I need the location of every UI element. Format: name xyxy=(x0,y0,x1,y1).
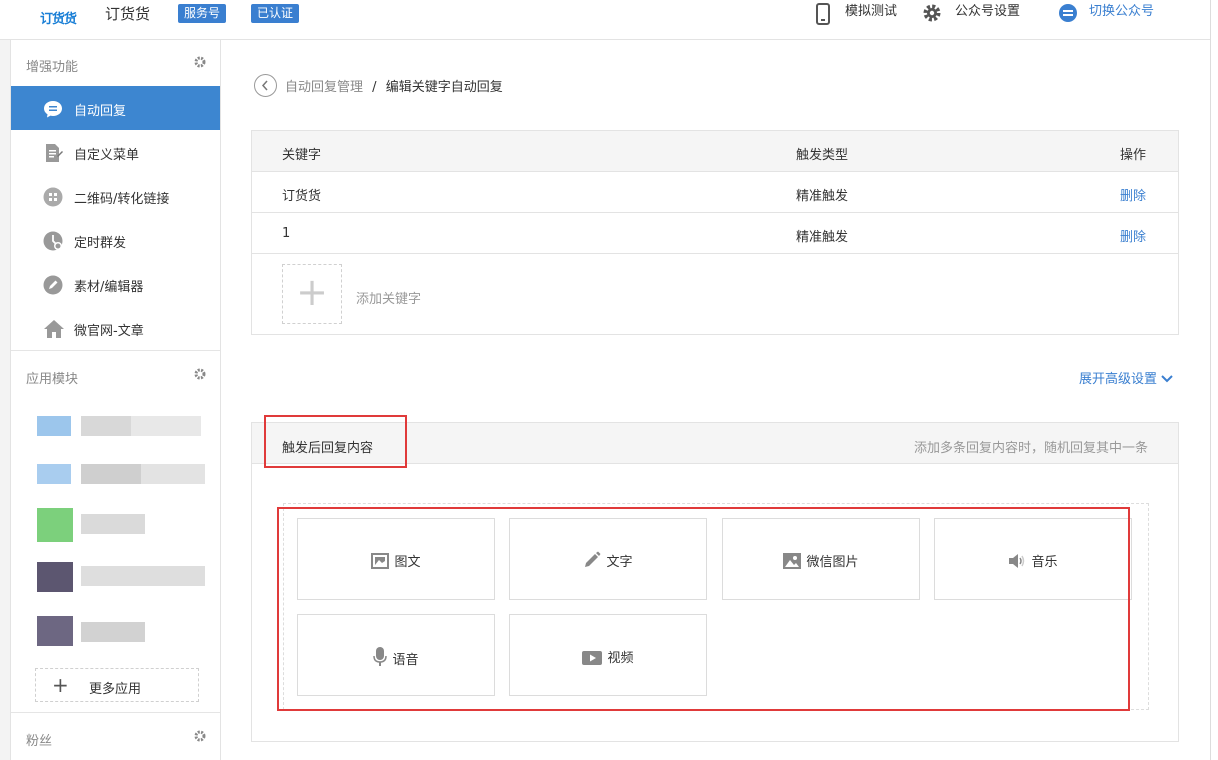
window-edge xyxy=(1210,0,1218,760)
highlight-box xyxy=(264,415,407,468)
verified-badge: 已认证 xyxy=(251,4,300,23)
trigger-type-cell: 精准触发 xyxy=(796,189,849,204)
delete-link[interactable]: 删除 xyxy=(1120,226,1146,245)
switch-account-link[interactable]: 切换公众号 xyxy=(1058,3,1168,23)
chevron-down-icon xyxy=(1161,375,1173,383)
account-settings-label: 公众号设置 xyxy=(955,4,1021,19)
chevron-left-icon xyxy=(261,80,268,91)
switch-icon xyxy=(1058,3,1078,29)
delete-link[interactable]: 删除 xyxy=(1120,185,1146,204)
section-apps-header: 应用模块 xyxy=(11,354,220,394)
blurred-app-item[interactable] xyxy=(35,562,205,592)
add-keyword-button[interactable]: + xyxy=(282,264,342,324)
more-apps-label: 更多应用 xyxy=(89,682,142,697)
sidebar-item-label: 微官网-文章 xyxy=(74,324,144,339)
chat-bubble-icon xyxy=(43,99,63,119)
highlight-box xyxy=(277,507,1130,711)
column-header-action: 操作 xyxy=(1120,148,1147,163)
sidebar-item-label: 定时群发 xyxy=(74,236,127,251)
breadcrumb-parent[interactable]: 自动回复管理 xyxy=(285,80,363,95)
section-enhance-label: 增强功能 xyxy=(26,60,79,75)
service-badge: 服务号 xyxy=(178,4,227,23)
simulate-test-label: 模拟测试 xyxy=(845,4,898,19)
keyword-cell: 订货货 xyxy=(282,189,322,204)
sidebar-item-scheduled-send[interactable]: 定时群发 xyxy=(11,218,220,262)
logo-text: 订货货 xyxy=(40,12,77,27)
breadcrumb-separator: / xyxy=(372,80,377,95)
account-settings-link[interactable]: 公众号设置 xyxy=(922,3,1032,23)
advanced-settings-toggle[interactable]: 展开高级设置 xyxy=(1079,368,1173,387)
clock-icon xyxy=(43,231,63,251)
column-header-trigger-type: 触发类型 xyxy=(796,148,849,163)
phone-icon xyxy=(815,3,831,31)
table-row: 1 精准触发 删除 xyxy=(252,213,1178,254)
add-keyword-label[interactable]: 添加关键字 xyxy=(356,288,421,307)
keyword-cell: 1 xyxy=(282,226,291,241)
gear-icon xyxy=(922,3,942,29)
sidebar-item-label: 自动回复 xyxy=(74,104,127,119)
divider xyxy=(11,350,220,351)
section-enhance-header: 增强功能 xyxy=(11,42,220,82)
plus-icon: + xyxy=(52,673,69,697)
blurred-app-item[interactable] xyxy=(35,508,205,542)
gear-icon[interactable] xyxy=(194,56,206,72)
section-fans-label: 粉丝 xyxy=(26,734,53,749)
table-header: 关键字 触发类型 操作 xyxy=(252,131,1178,172)
keyword-table: 关键字 触发类型 操作 订货货 精准触发 删除 1 精准触发 删除 + 添加关键… xyxy=(251,130,1179,335)
blurred-app-item[interactable] xyxy=(35,616,205,646)
trigger-type-cell: 精准触发 xyxy=(796,230,849,245)
document-edit-icon xyxy=(43,143,63,163)
qrcode-icon xyxy=(43,187,63,207)
sidebar-item-label: 二维码/转化链接 xyxy=(74,192,170,207)
home-icon xyxy=(43,319,64,339)
gear-icon[interactable] xyxy=(194,730,206,746)
app-name: 订货货 xyxy=(105,5,151,23)
divider xyxy=(11,712,220,713)
breadcrumb: 自动回复管理 / 编辑关键字自动回复 xyxy=(285,76,503,95)
more-apps-button[interactable]: + 更多应用 xyxy=(35,668,199,702)
top-bar: 订货货 订货货 服务号 已认证 模拟测试 公众号设置 切换公众号 xyxy=(0,0,1210,40)
sidebar: 增强功能 自动回复 自定义菜单 二维码/转化链接 定时群发 素材/编辑器 微官网… xyxy=(10,40,221,760)
blurred-app-item[interactable] xyxy=(35,416,205,436)
simulate-test-link[interactable]: 模拟测试 xyxy=(815,3,905,25)
sidebar-item-custom-menu[interactable]: 自定义菜单 xyxy=(11,130,220,174)
sidebar-item-auto-reply[interactable]: 自动回复 xyxy=(11,86,220,130)
app-logo[interactable]: 订货货 xyxy=(40,4,84,27)
breadcrumb-current: 编辑关键字自动回复 xyxy=(385,80,503,95)
back-button[interactable] xyxy=(254,74,277,97)
sidebar-item-qrcode[interactable]: 二维码/转化链接 xyxy=(11,174,220,218)
gear-icon[interactable] xyxy=(194,368,206,384)
sidebar-item-label: 自定义菜单 xyxy=(74,148,140,163)
sidebar-item-label: 素材/编辑器 xyxy=(74,280,144,295)
reply-content-hint: 添加多条回复内容时，随机回复其中一条 xyxy=(913,441,1148,456)
section-fans-header: 粉丝 xyxy=(11,716,220,756)
sidebar-item-material-editor[interactable]: 素材/编辑器 xyxy=(11,262,220,306)
blurred-app-item[interactable] xyxy=(35,464,205,484)
column-header-keyword: 关键字 xyxy=(282,148,322,163)
pencil-icon xyxy=(43,275,63,295)
advanced-settings-label: 展开高级设置 xyxy=(1079,372,1158,387)
table-row: 订货货 精准触发 删除 xyxy=(252,172,1178,213)
section-apps-label: 应用模块 xyxy=(26,372,79,387)
sidebar-item-micro-site[interactable]: 微官网-文章 xyxy=(11,306,220,350)
switch-account-label: 切换公众号 xyxy=(1089,4,1155,19)
